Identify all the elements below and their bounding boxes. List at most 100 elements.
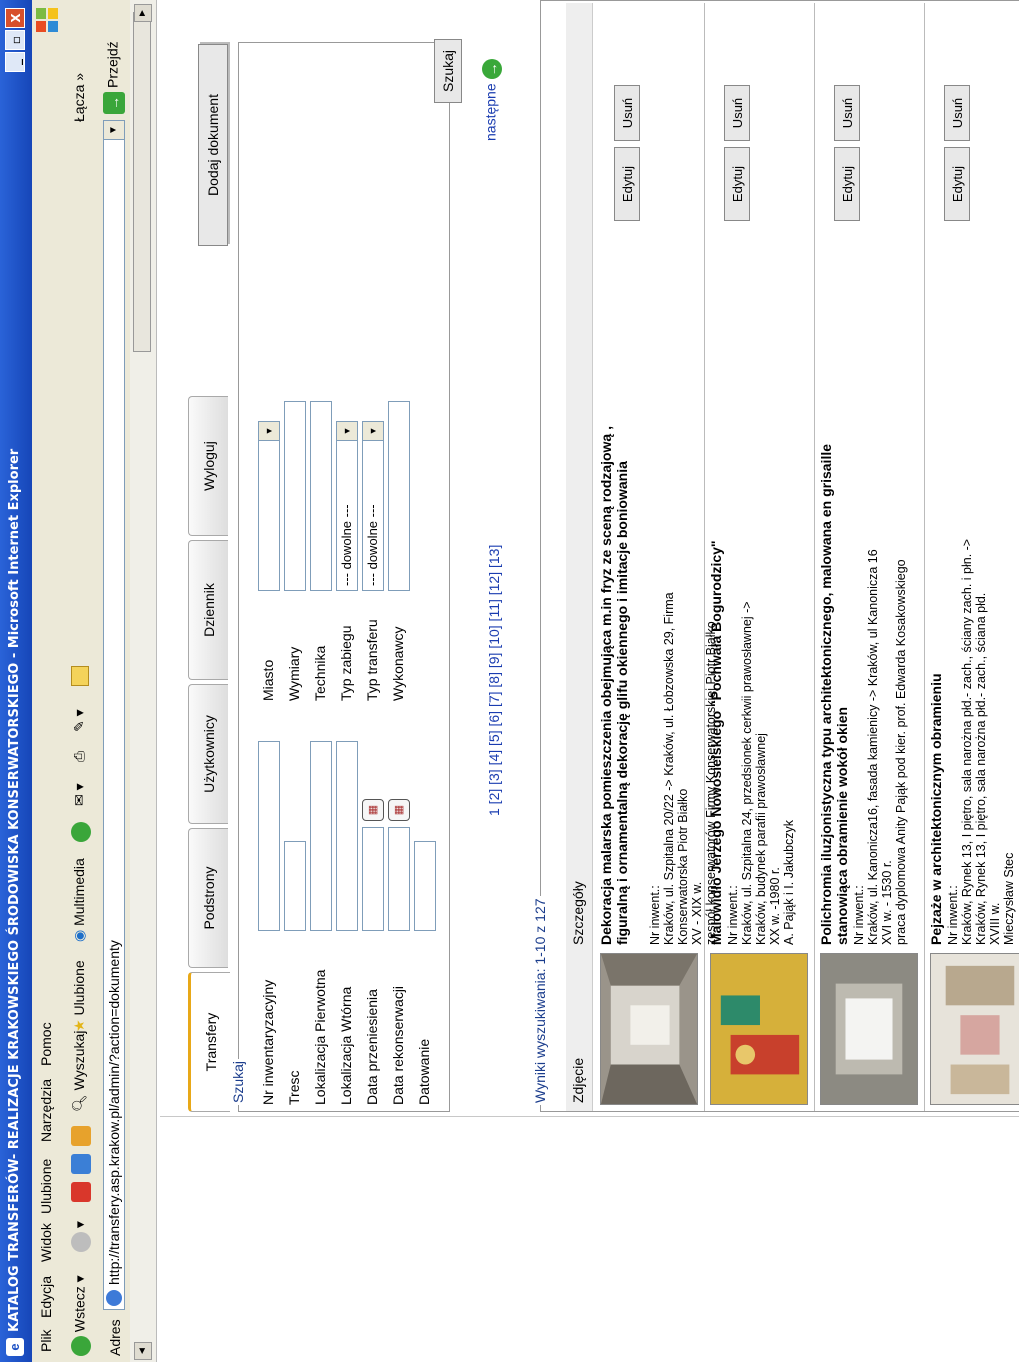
multimedia-icon: ◉: [71, 929, 87, 942]
thumbnail-image[interactable]: [930, 953, 1019, 1105]
next-page-link[interactable]: następne→: [482, 59, 502, 141]
search-button[interactable]: 🔍︎ Wyszukaj: [71, 1031, 88, 1112]
home-icon: [71, 1126, 91, 1146]
history-button[interactable]: [71, 822, 91, 842]
typ-zabiegu-select[interactable]: --- dowolne --- ▼: [336, 421, 358, 591]
result-inventory: Nr inwent.:: [726, 885, 740, 945]
tab-wyloguj[interactable]: Wyloguj: [188, 396, 228, 536]
favorites-button[interactable]: ★ Ulubione: [71, 960, 88, 1032]
home-button[interactable]: [71, 1126, 91, 1146]
label-datowanie: Datowanie: [416, 1038, 432, 1105]
result-title: Polichromia iluzjonistyczna typu archite…: [818, 443, 850, 945]
label-technika: Technika: [312, 645, 328, 701]
delete-button[interactable]: Usuń: [834, 85, 860, 141]
close-button[interactable]: X: [5, 8, 25, 28]
table-row: Dekoracja malarska pomieszczenia obejmuj…: [594, 3, 718, 1111]
result-location-secondary: Kraków, Rynek 13, I piętro, sala narożna…: [974, 592, 988, 945]
pagination[interactable]: 1 [2] [3] [4] [5] [6] [7] [8] [9] [10] […: [486, 545, 502, 816]
edit-button[interactable]: Edytuj: [614, 147, 640, 221]
miasto-select[interactable]: ▼: [258, 421, 280, 591]
wymiary-input[interactable]: [284, 401, 306, 591]
back-button[interactable]: Wstecz ▾: [71, 1275, 91, 1356]
label-data-przeniesienia: Data przeniesienia: [364, 989, 380, 1105]
go-button[interactable]: →Przejdź: [103, 41, 127, 114]
tab-dziennik[interactable]: Dziennik: [188, 540, 228, 680]
result-dating: XX w. -1980 r.: [768, 867, 782, 945]
nr-inwentaryzacyjny-input[interactable]: [258, 741, 280, 931]
magnifier-icon: 🔍︎: [71, 1094, 87, 1112]
menu-edit[interactable]: Edycja: [38, 1276, 54, 1318]
lokalizacja-pierwotna-input[interactable]: [310, 741, 332, 931]
lokalizacja-wtorna-input[interactable]: [336, 741, 358, 931]
search-submit-button[interactable]: Szukaj: [434, 39, 462, 103]
menu-view[interactable]: Widok: [38, 1223, 54, 1262]
scroll-left-icon[interactable]: ◄: [134, 1342, 152, 1360]
menu-help[interactable]: Pomoc: [38, 1022, 54, 1066]
wykonawcy-input[interactable]: [388, 401, 410, 591]
menu-file[interactable]: Plik: [38, 1329, 54, 1352]
delete-button[interactable]: Usuń: [944, 85, 970, 141]
forward-button[interactable]: ▾: [71, 1221, 91, 1252]
tab-transfery[interactable]: Transfery: [188, 972, 230, 1112]
thumbnail-image[interactable]: [710, 953, 808, 1105]
address-label: Adres: [107, 1319, 123, 1356]
next-arrow-icon: →: [482, 59, 502, 80]
technika-input[interactable]: [310, 401, 332, 591]
calendar-icon[interactable]: ▦: [362, 799, 384, 821]
result-location: Kraków, ul. Szpitalna 24, przedsionek ce…: [740, 601, 768, 945]
folder-button[interactable]: [71, 666, 90, 686]
delete-button[interactable]: Usuń: [724, 85, 750, 141]
main-panel: Transfery Podstrony Użytkownicy Dziennik…: [160, 0, 1019, 1117]
print-button[interactable]: ⎙: [71, 751, 88, 762]
search-form: Szukaj Nr inwentaryzacyjny Tresc Lokaliz…: [230, 39, 462, 1112]
calendar-icon[interactable]: ▦: [388, 799, 410, 821]
result-title: Dekoracja malarska pomieszczenia obejmuj…: [598, 426, 630, 945]
label-lokalizacja-pierwotna: Lokalizacja Pierwotna: [312, 969, 328, 1105]
data-rekonserwacji-input[interactable]: [388, 827, 410, 931]
data-przeniesienia-input[interactable]: [362, 827, 384, 931]
windows-logo-icon: [36, 8, 58, 32]
tab-podstrony[interactable]: Podstrony: [188, 828, 228, 968]
thumbnail-image[interactable]: [600, 953, 698, 1105]
delete-button[interactable]: Usuń: [614, 85, 640, 141]
multimedia-button[interactable]: ◉ Multimedia: [71, 858, 88, 942]
result-title: Malowidło Jerzego Nowosielskiego "Pochwa…: [708, 540, 724, 945]
address-bar: Adres http://transfery.asp.krakow.pl/adm…: [100, 0, 131, 1362]
label-tresc: Tresc: [286, 1070, 302, 1105]
thumbnail-image[interactable]: [820, 953, 918, 1105]
menu-tools[interactable]: Narzędzia: [38, 1079, 54, 1142]
minimize-button[interactable]: _: [5, 52, 25, 72]
menu-favorites[interactable]: Ulubione: [38, 1159, 54, 1214]
address-dropdown-icon[interactable]: ▼: [104, 121, 124, 140]
edit-button[interactable]: Edytuj: [944, 147, 970, 221]
tresc-input[interactable]: [284, 841, 306, 931]
table-row: Malowidło Jerzego Nowosielskiego "Pochwa…: [704, 3, 815, 1111]
label-typ-transferu: Typ transferu: [364, 619, 380, 701]
edit-button[interactable]: Edytuj: [834, 147, 860, 221]
tab-uzytkownicy[interactable]: Użytkownicy: [188, 684, 228, 824]
scroll-thumb[interactable]: [133, 12, 151, 352]
datowanie-input[interactable]: [414, 841, 436, 931]
column-details-header: Szczegóły: [570, 881, 586, 945]
label-nr-inwentaryzacyjny: Nr inwentaryzacyjny: [260, 979, 276, 1105]
chevron-down-icon: ▼: [363, 422, 383, 441]
tab-bar: Transfery Podstrony Użytkownicy Dziennik…: [160, 6, 230, 1116]
address-input[interactable]: http://transfery.asp.krakow.pl/admin/?ac…: [103, 120, 125, 1310]
scroll-right-icon[interactable]: ►: [134, 4, 152, 22]
result-dating: XV - XIX w.: [690, 881, 704, 945]
result-location: Kraków, Rynek 13, I piętro, sala narożna…: [960, 538, 974, 945]
forward-arrow-icon: [71, 1232, 91, 1252]
maximize-button[interactable]: ▫: [5, 30, 25, 50]
edit-button[interactable]: Edytuj: [724, 147, 750, 221]
horizontal-scrollbar[interactable]: ◄ ►: [130, 0, 157, 1362]
links-button[interactable]: Łącza »: [71, 73, 87, 122]
add-document-button[interactable]: Dodaj dokument: [198, 44, 228, 246]
mail-button[interactable]: ✉ ▾: [71, 783, 88, 806]
stop-button[interactable]: [71, 1182, 91, 1202]
refresh-button[interactable]: [71, 1154, 91, 1174]
go-arrow-icon: →: [103, 92, 125, 114]
typ-transferu-select[interactable]: --- dowolne --- ▼: [362, 421, 384, 591]
results-header: Zdjęcie Szczegóły: [566, 3, 593, 1111]
browser-window: e KATALOG TRANSFERÓW- REALIZACJE KRAKOWS…: [0, 0, 1019, 1362]
edit-page-button[interactable]: ✎ ▾: [71, 709, 88, 732]
